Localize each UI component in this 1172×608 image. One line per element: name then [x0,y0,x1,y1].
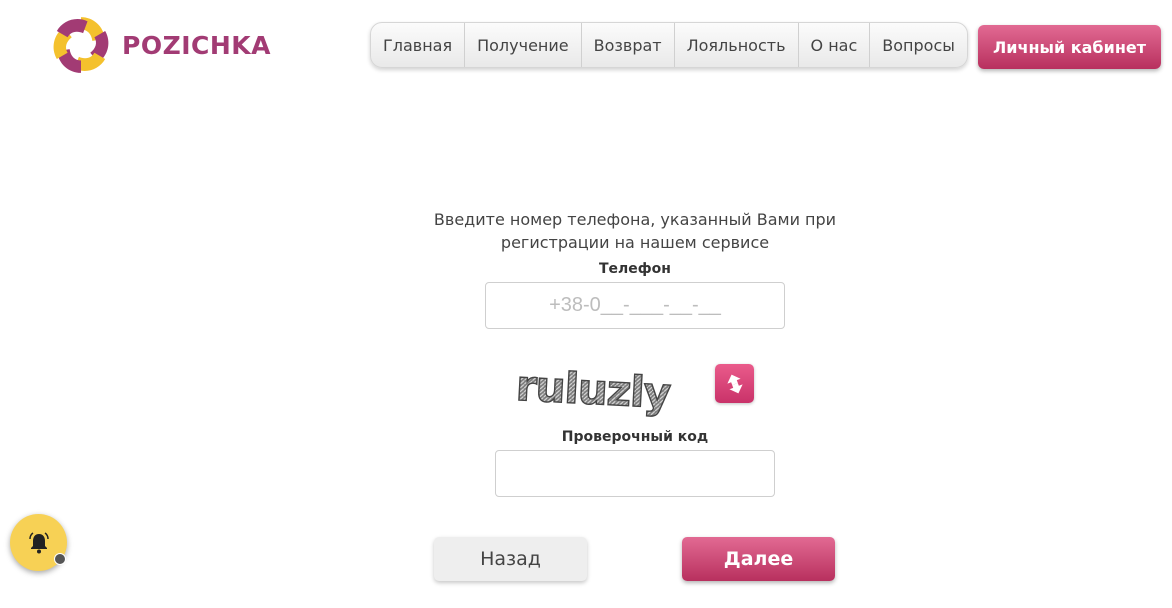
captcha-text: ruluzly [515,361,672,418]
bell-icon [28,531,49,553]
nav-item-home[interactable]: Главная [371,23,466,67]
back-button[interactable]: Назад [434,537,587,581]
nav-item-faq[interactable]: Вопросы [870,23,967,67]
brand-logo[interactable]: POZICHKA [50,14,271,76]
refresh-icon [726,374,743,393]
nav-item-return[interactable]: Возврат [582,23,675,67]
verification-code-input[interactable] [495,450,775,497]
notification-badge-icon [54,553,66,565]
form-instruction: Введите номер телефона, указанный Вами п… [433,210,837,252]
next-button[interactable]: Далее [682,537,835,581]
phone-label: Телефон [599,261,671,277]
nav-item-receive[interactable]: Получение [465,23,582,67]
brand-name: POZICHKA [122,30,271,60]
verification-code-label: Проверочный код [561,429,709,445]
logo-icon [53,17,109,73]
nav-item-loyalty[interactable]: Лояльность [675,23,799,67]
phone-input[interactable] [485,282,785,329]
notification-widget-button[interactable] [10,514,67,571]
main-nav: Главная Получение Возврат Лояльность О н… [370,22,968,68]
captcha-refresh-button[interactable] [715,364,754,403]
captcha-image: ruluzly [514,360,673,418]
nav-item-about[interactable]: О нас [799,23,871,67]
personal-cabinet-button[interactable]: Личный кабинет [978,25,1161,69]
